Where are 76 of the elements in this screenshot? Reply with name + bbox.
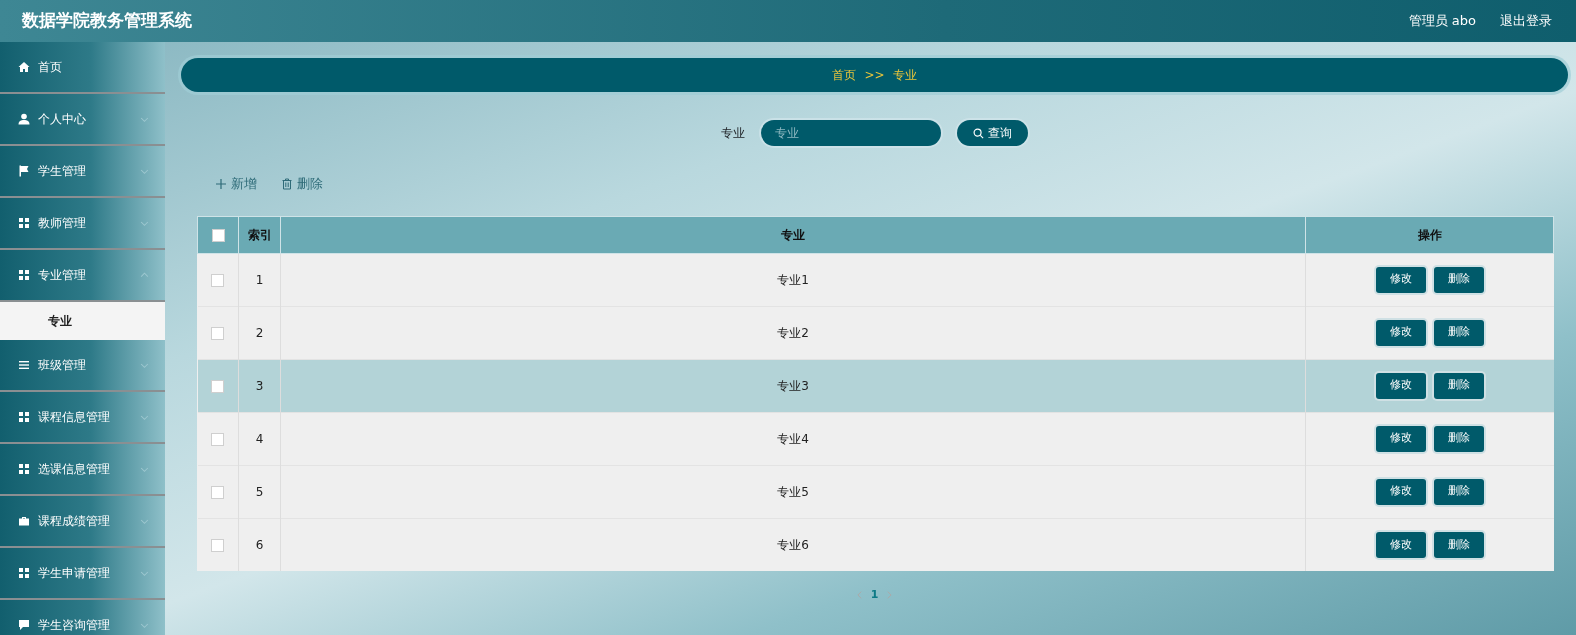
breadcrumb-separator: >>	[864, 67, 885, 84]
table-cell: 5	[255, 484, 264, 499]
sidebar-item[interactable]: 选课信息管理	[0, 444, 165, 496]
table-cell: 专业6	[777, 537, 809, 552]
row-checkbox[interactable]	[211, 485, 225, 499]
delete-button[interactable]: 删除	[1433, 531, 1484, 558]
row-checkbox[interactable]	[211, 379, 225, 393]
row-checkbox[interactable]	[211, 326, 225, 340]
table-cell: 4	[255, 431, 264, 446]
home-icon	[18, 61, 30, 73]
search-field[interactable]: 专业	[761, 120, 941, 146]
table-cell: 专业5	[777, 484, 809, 499]
search-icon	[973, 127, 984, 139]
sidebar-item[interactable]: 学生咨询管理	[0, 600, 165, 635]
select-all-checkbox[interactable]	[211, 228, 225, 242]
delete-button[interactable]: 删除	[1433, 372, 1484, 399]
search-button[interactable]: 查询	[957, 120, 1028, 146]
plus-icon	[215, 177, 227, 190]
column-header: 操作	[1417, 227, 1442, 242]
sidebar-item[interactable]: 个人中心	[0, 94, 165, 146]
sidebar-item[interactable]: 班级管理	[0, 340, 165, 392]
briefcase-icon	[18, 515, 30, 527]
delete-button[interactable]: 删除	[1433, 266, 1484, 293]
delete-button[interactable]: 删除	[281, 174, 323, 194]
table-cell: 3	[255, 378, 264, 393]
user-label: 管理员 abo	[1408, 12, 1476, 31]
sidebar-item[interactable]: 课程成绩管理	[0, 496, 165, 548]
sidebar-item[interactable]: 学生申请管理	[0, 548, 165, 600]
sidebar-item[interactable]: 学生管理	[0, 146, 165, 198]
chat-icon	[18, 619, 30, 631]
app-title: 数据学院教务管理系统	[21, 9, 192, 33]
edit-button[interactable]: 修改	[1375, 266, 1426, 293]
sidebar-item[interactable]: 课程信息管理	[0, 392, 165, 444]
search-label: 专业	[721, 125, 745, 142]
edit-button[interactable]: 修改	[1375, 372, 1426, 399]
user-icon	[18, 113, 30, 125]
list-icon	[18, 359, 30, 371]
add-button[interactable]: 新增	[215, 174, 257, 194]
column-header: 专业	[781, 227, 805, 242]
flag-icon	[18, 165, 30, 177]
delete-button[interactable]: 删除	[1433, 319, 1484, 346]
row-checkbox[interactable]	[211, 273, 225, 287]
table-cell: 专业2	[777, 325, 809, 340]
grid-icon	[18, 411, 30, 423]
trash-icon	[281, 177, 293, 190]
table-cell: 专业3	[777, 378, 809, 393]
edit-button[interactable]: 修改	[1375, 531, 1426, 558]
table-cell: 专业4	[777, 431, 809, 446]
chevron-icon	[140, 270, 149, 280]
grid-icon	[18, 217, 30, 229]
breadcrumb-link[interactable]: 首页	[832, 66, 857, 84]
sidebar-subitem[interactable]: 专业	[0, 302, 165, 340]
logout-link[interactable]: 退出登录	[1500, 11, 1552, 31]
edit-button[interactable]: 修改	[1375, 319, 1426, 346]
sidebar-item[interactable]: 专业管理	[0, 250, 165, 302]
grid-icon	[18, 269, 30, 281]
delete-button[interactable]: 删除	[1433, 478, 1484, 505]
table-row[interactable]: 5 专业5 修改 删除	[197, 465, 1554, 518]
table-row[interactable]: 4 专业4 修改 删除	[197, 412, 1554, 465]
grid-icon	[18, 567, 30, 579]
row-checkbox[interactable]	[211, 432, 225, 446]
table-row[interactable]: 1 专业1 修改 删除	[197, 253, 1554, 306]
table-row[interactable]: 6 专业6 修改 删除	[197, 518, 1554, 571]
edit-button[interactable]: 修改	[1375, 478, 1426, 505]
table-cell: 专业1	[777, 272, 809, 287]
row-checkbox[interactable]	[211, 538, 225, 552]
sidebar-item[interactable]: 首页	[0, 42, 165, 94]
column-header: 索引	[247, 227, 272, 242]
sidebar-item[interactable]: 教师管理	[0, 198, 165, 250]
table-cell: 6	[255, 537, 264, 552]
table-cell: 1	[255, 272, 264, 287]
table-cell: 2	[255, 325, 264, 340]
grid-icon	[18, 463, 30, 475]
delete-button[interactable]: 删除	[1433, 425, 1484, 452]
breadcrumb-link[interactable]: 专业	[892, 66, 917, 84]
edit-button[interactable]: 修改	[1375, 425, 1426, 452]
